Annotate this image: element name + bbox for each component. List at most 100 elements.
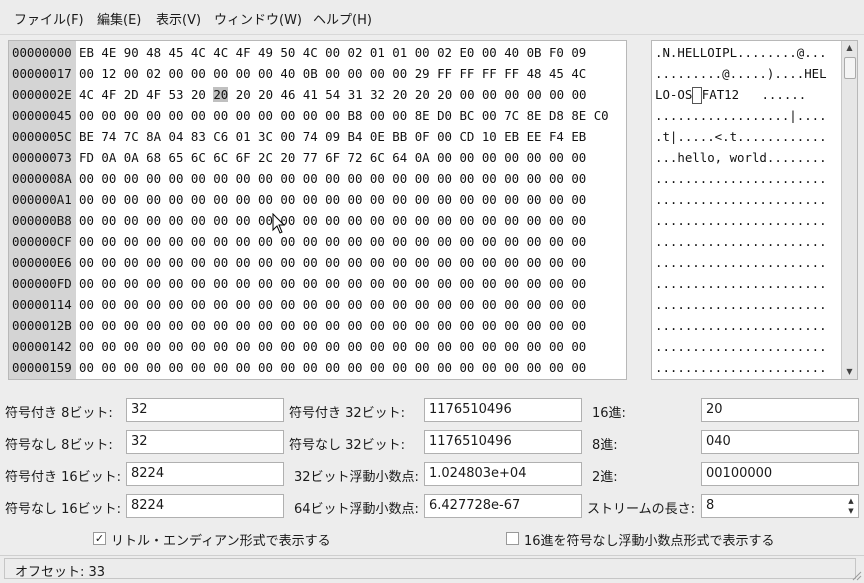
spin-up-icon[interactable]: ▲ — [845, 496, 857, 506]
row-bytes[interactable]: 00 00 00 00 00 00 00 00 00 00 00 00 00 0… — [79, 273, 586, 294]
stream-length-spinner[interactable]: 8 ▲ ▼ — [701, 494, 859, 518]
byte[interactable]: 41 — [303, 87, 318, 102]
ascii-row[interactable]: ....................... — [655, 336, 827, 357]
row-offset: 0000012B — [12, 318, 72, 333]
unsigned-32bit-label: 符号なし 32ビット: — [289, 438, 406, 453]
stream-length-value: 8 — [706, 498, 715, 513]
signed-16bit-field[interactable]: 8224 — [126, 462, 284, 486]
scroll-thumb[interactable] — [844, 57, 856, 79]
row-bytes[interactable]: 4C 4F 2D 4F 53 20 20 20 20 46 41 54 31 3… — [79, 84, 587, 105]
float-64bit-label: 64ビット浮動小数点: — [294, 502, 419, 517]
menu-file[interactable]: ファイル(F) — [14, 9, 84, 28]
ascii-row[interactable]: ...hello, world........ — [655, 147, 827, 168]
ascii-row[interactable]: .........@.....)....HEL — [655, 63, 827, 84]
row-bytes[interactable]: 00 00 00 00 00 00 00 00 00 00 00 00 00 0… — [79, 336, 586, 357]
row-bytes[interactable]: 00 00 00 00 00 00 00 00 00 00 00 00 00 0… — [79, 231, 586, 252]
unsigned-16bit-field[interactable]: 8224 — [126, 494, 284, 518]
menu-window[interactable]: ウィンドウ(W) — [214, 9, 302, 28]
ascii-row[interactable]: ..................|.... — [655, 105, 827, 126]
menu-bar: ファイル(F) 編集(E) 表示(V) ウィンドウ(W) ヘルプ(H) — [0, 0, 864, 35]
float-32bit-label: 32ビット浮動小数点: — [294, 470, 419, 485]
byte[interactable]: 53 — [169, 87, 184, 102]
row-offset: 00000000 — [12, 45, 72, 60]
row-bytes[interactable]: 00 00 00 00 00 00 00 00 00 00 00 00 00 0… — [79, 315, 586, 336]
selected-byte[interactable]: 20 — [213, 87, 229, 102]
byte[interactable]: 00 — [482, 87, 497, 102]
byte[interactable]: 20 — [415, 87, 430, 102]
byte[interactable]: 2D — [124, 87, 139, 102]
signed-16bit-label: 符号付き 16ビット: — [5, 470, 122, 485]
row-offset: 00000045 — [12, 108, 72, 123]
resize-grip-icon[interactable] — [850, 569, 862, 581]
row-bytes[interactable]: 00 12 00 02 00 00 00 00 00 40 0B 00 00 0… — [79, 63, 586, 84]
stream-length-label: ストリームの長さ: — [587, 502, 695, 517]
ascii-row[interactable]: ....................... — [655, 294, 827, 315]
row-offset: 000000FD — [12, 276, 72, 291]
ascii-row[interactable]: .t|.....<.t............ — [655, 126, 827, 147]
scroll-down-icon[interactable]: ▼ — [842, 365, 857, 379]
hex-field[interactable]: 20 — [701, 398, 859, 422]
byte[interactable]: 54 — [325, 87, 340, 102]
ascii-row[interactable]: ....................... — [655, 231, 827, 252]
row-bytes[interactable]: 00 00 00 00 00 00 00 00 00 00 00 00 00 0… — [79, 252, 586, 273]
signed-32bit-label: 符号付き 32ビット: — [289, 406, 406, 421]
byte[interactable]: 00 — [527, 87, 542, 102]
stream-length-spin[interactable]: ▲ ▼ — [845, 496, 857, 516]
vertical-scrollbar[interactable]: ▲ ▼ — [841, 41, 857, 379]
signed-32bit-field[interactable]: 1176510496 — [424, 398, 582, 422]
row-bytes[interactable]: 00 00 00 00 00 00 00 00 00 00 00 00 00 0… — [79, 210, 586, 231]
hex-view[interactable]: 00000000 EB 4E 90 48 45 4C 4C 4F 49 50 4C… — [8, 40, 627, 380]
menu-view[interactable]: 表示(V) — [156, 9, 201, 28]
ascii-row[interactable]: ....................... — [655, 315, 827, 336]
row-bytes[interactable]: 00 00 00 00 00 00 00 00 00 00 00 00 00 0… — [79, 189, 586, 210]
row-bytes[interactable]: 00 00 00 00 00 00 00 00 00 00 00 00 00 0… — [79, 168, 586, 189]
unsigned-8bit-field[interactable]: 32 — [126, 430, 284, 454]
unsigned-16bit-label: 符号なし 16ビット: — [5, 502, 122, 517]
ascii-row[interactable]: LO-OS FAT12 ...... — [655, 84, 806, 105]
row-bytes[interactable]: 00 00 00 00 00 00 00 00 00 00 00 00 00 0… — [79, 357, 586, 378]
byte[interactable]: 20 — [258, 87, 273, 102]
ascii-row[interactable]: ....................... — [655, 189, 827, 210]
scroll-up-icon[interactable]: ▲ — [842, 41, 857, 55]
octal-field[interactable]: 040 — [701, 430, 859, 454]
spin-down-icon[interactable]: ▼ — [845, 506, 857, 516]
byte[interactable]: 31 — [348, 87, 363, 102]
row-bytes[interactable]: 00 00 00 00 00 00 00 00 00 00 00 00 B8 0… — [79, 105, 609, 126]
byte[interactable]: 20 — [392, 87, 407, 102]
ascii-row[interactable]: .N.HELLOIPL........@... — [655, 42, 827, 63]
ascii-row[interactable]: ....................... — [655, 168, 827, 189]
hex-unsigned-float-checkbox[interactable] — [506, 532, 519, 545]
row-bytes[interactable]: FD 0A 0A 68 65 6C 6C 6F 2C 20 77 6F 72 6… — [79, 147, 586, 168]
byte[interactable]: 4C — [79, 87, 94, 102]
row-offset: 000000A1 — [12, 192, 72, 207]
float-64bit-field[interactable]: 6.427728e-67 — [424, 494, 582, 518]
byte[interactable]: 4F — [101, 87, 116, 102]
ascii-row[interactable]: ....................... — [655, 273, 827, 294]
row-bytes[interactable]: EB 4E 90 48 45 4C 4C 4F 49 50 4C 00 02 0… — [79, 42, 586, 63]
menu-edit[interactable]: 編集(E) — [97, 9, 141, 28]
row-offset: 0000005C — [12, 129, 72, 144]
row-bytes[interactable]: 00 00 00 00 00 00 00 00 00 00 00 00 00 0… — [79, 294, 586, 315]
byte[interactable]: 20 — [191, 87, 206, 102]
byte[interactable]: 20 — [437, 87, 452, 102]
float-32bit-field[interactable]: 1.024803e+04 — [424, 462, 582, 486]
binary-field[interactable]: 00100000 — [701, 462, 859, 486]
ascii-view[interactable]: .N.HELLOIPL........@... .........@.....).… — [651, 40, 858, 380]
unsigned-8bit-label: 符号なし 8ビット: — [5, 438, 113, 453]
ascii-row[interactable]: ....................... — [655, 210, 827, 231]
byte[interactable]: 00 — [460, 87, 475, 102]
menu-help[interactable]: ヘルプ(H) — [313, 9, 372, 28]
byte[interactable]: 00 — [504, 87, 519, 102]
row-bytes[interactable]: BE 74 7C 8A 04 83 C6 01 3C 00 74 09 B4 0… — [79, 126, 586, 147]
signed-8bit-field[interactable]: 32 — [126, 398, 284, 422]
byte[interactable]: 46 — [281, 87, 296, 102]
byte[interactable]: 20 — [236, 87, 251, 102]
byte[interactable]: 4F — [146, 87, 161, 102]
ascii-row[interactable]: ....................... — [655, 252, 827, 273]
little-endian-checkbox[interactable]: ✓ — [93, 532, 106, 545]
byte[interactable]: 32 — [370, 87, 385, 102]
byte[interactable]: 00 — [572, 87, 587, 102]
unsigned-32bit-field[interactable]: 1176510496 — [424, 430, 582, 454]
byte[interactable]: 00 — [549, 87, 564, 102]
ascii-row[interactable]: ....................... — [655, 357, 827, 378]
